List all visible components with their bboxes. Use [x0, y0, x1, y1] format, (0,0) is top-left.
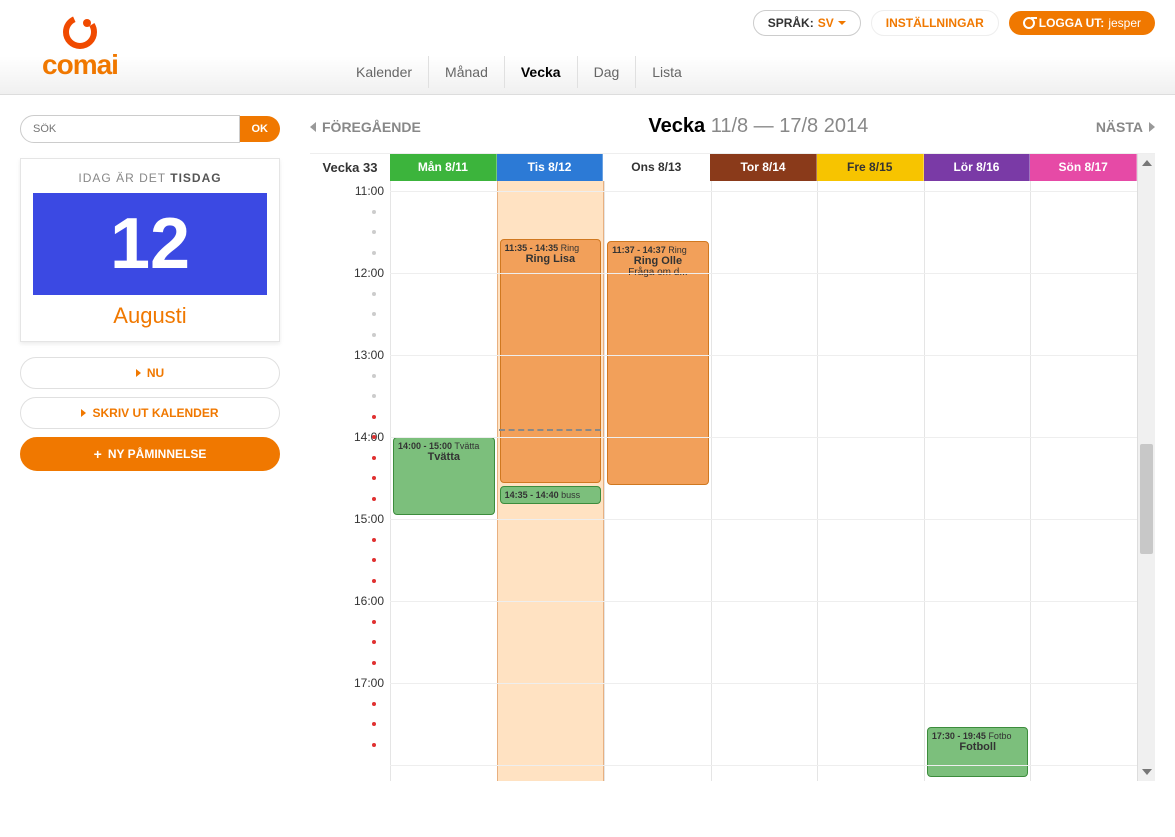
triangle-down-icon — [1142, 769, 1152, 775]
logout-icon — [1023, 17, 1035, 29]
hour-label: 15:00 — [354, 512, 384, 526]
chevron-left-icon — [310, 122, 316, 132]
quarter-dot — [372, 722, 376, 726]
calendar-event[interactable]: 17:30 - 19:45 FotboFotboll — [927, 727, 1029, 777]
quarter-dot — [372, 579, 376, 583]
logo-text: comai — [42, 49, 118, 81]
quarter-dot — [372, 312, 376, 316]
today-month: Augusti — [33, 295, 267, 329]
quarter-dot — [372, 435, 376, 439]
day-column[interactable] — [711, 181, 818, 781]
vertical-scrollbar[interactable] — [1137, 154, 1155, 781]
logo-mark-icon — [63, 15, 97, 49]
day-column[interactable] — [817, 181, 924, 781]
current-time-indicator — [499, 429, 602, 431]
prev-week-button[interactable]: FÖREGÅENDE — [310, 119, 421, 135]
day-header[interactable]: Tor 8/14 — [710, 154, 817, 181]
calendar-event[interactable]: 14:00 - 15:00 TvättaTvätta — [393, 437, 495, 515]
logo: comai — [20, 10, 140, 81]
logout-button[interactable]: LOGGA UT: jesper — [1009, 11, 1155, 35]
chevron-right-icon — [136, 369, 141, 377]
scroll-down-button[interactable] — [1138, 763, 1155, 781]
triangle-up-icon — [1142, 160, 1152, 166]
quarter-dot — [372, 292, 376, 296]
week-title: Vecka 11/8 — 17/8 2014 — [648, 115, 868, 138]
today-card: IDAG ÄR DET TISDAG 12 Augusti — [20, 158, 280, 342]
tab-month[interactable]: Månad — [429, 56, 505, 88]
plus-icon: + — [94, 446, 102, 462]
quarter-dot — [372, 661, 376, 665]
quarter-dot — [372, 394, 376, 398]
week-number: Vecka 33 — [310, 154, 390, 181]
search-button[interactable]: OK — [240, 116, 281, 142]
tab-calendar[interactable]: Kalender — [340, 56, 429, 88]
day-column[interactable]: 14:00 - 15:00 TvättaTvätta — [390, 181, 497, 781]
calendar-event[interactable]: 11:37 - 14:37 RingRing OlleFråga om d... — [607, 241, 709, 485]
view-tabs: Kalender Månad Vecka Dag Lista — [340, 56, 698, 88]
day-column[interactable]: 17:30 - 19:45 FotboFotboll — [924, 181, 1031, 781]
hour-label: 13:00 — [354, 348, 384, 362]
day-header[interactable]: Mån 8/11 — [390, 154, 497, 181]
quarter-dot — [372, 415, 376, 419]
caret-down-icon — [838, 21, 846, 25]
day-header[interactable]: Lör 8/16 — [924, 154, 1031, 181]
quarter-dot — [372, 538, 376, 542]
quarter-dot — [372, 230, 376, 234]
now-button[interactable]: NU — [20, 357, 280, 389]
quarter-dot — [372, 620, 376, 624]
tab-week[interactable]: Vecka — [505, 56, 578, 88]
quarter-dot — [372, 640, 376, 644]
quarter-dot — [372, 374, 376, 378]
day-column[interactable]: 11:37 - 14:37 RingRing OlleFråga om d... — [604, 181, 711, 781]
quarter-dot — [372, 210, 376, 214]
hour-label: 14:00 — [354, 430, 384, 444]
day-column[interactable] — [1030, 181, 1137, 781]
new-reminder-button[interactable]: + NY PÅMINNELSE — [20, 437, 280, 471]
next-week-button[interactable]: NÄSTA — [1096, 119, 1155, 135]
calendar-event[interactable]: 14:35 - 14:40 buss — [500, 486, 602, 504]
today-day-number: 12 — [33, 193, 267, 295]
quarter-dot — [372, 476, 376, 480]
language-selector[interactable]: SPRÅK: SV — [753, 10, 861, 36]
quarter-dot — [372, 497, 376, 501]
quarter-dot — [372, 456, 376, 460]
tab-day[interactable]: Dag — [578, 56, 637, 88]
quarter-dot — [372, 743, 376, 747]
search-input[interactable] — [20, 115, 240, 143]
day-column[interactable]: 11:35 - 14:35 RingRing Lisa 14:35 - 14:40… — [497, 181, 605, 781]
chevron-right-icon — [81, 409, 86, 417]
day-header[interactable]: Tis 8/12 — [497, 154, 604, 181]
day-header[interactable]: Ons 8/13 — [603, 154, 710, 181]
day-header[interactable]: Sön 8/17 — [1030, 154, 1137, 181]
calendar-event[interactable]: 11:35 - 14:35 RingRing Lisa — [500, 239, 602, 483]
hour-label: 12:00 — [354, 266, 384, 280]
day-header[interactable]: Fre 8/15 — [817, 154, 924, 181]
tab-list[interactable]: Lista — [636, 56, 698, 88]
chevron-right-icon — [1149, 122, 1155, 132]
quarter-dot — [372, 702, 376, 706]
scroll-up-button[interactable] — [1138, 154, 1155, 172]
hour-label: 11:00 — [355, 184, 384, 198]
print-calendar-button[interactable]: SKRIV UT KALENDER — [20, 397, 280, 429]
quarter-dot — [372, 251, 376, 255]
scroll-thumb[interactable] — [1140, 444, 1153, 554]
quarter-dot — [372, 558, 376, 562]
settings-link[interactable]: INSTÄLLNINGAR — [871, 10, 999, 36]
quarter-dot — [372, 333, 376, 337]
hour-label: 16:00 — [354, 594, 384, 608]
hour-label: 17:00 — [354, 676, 384, 690]
